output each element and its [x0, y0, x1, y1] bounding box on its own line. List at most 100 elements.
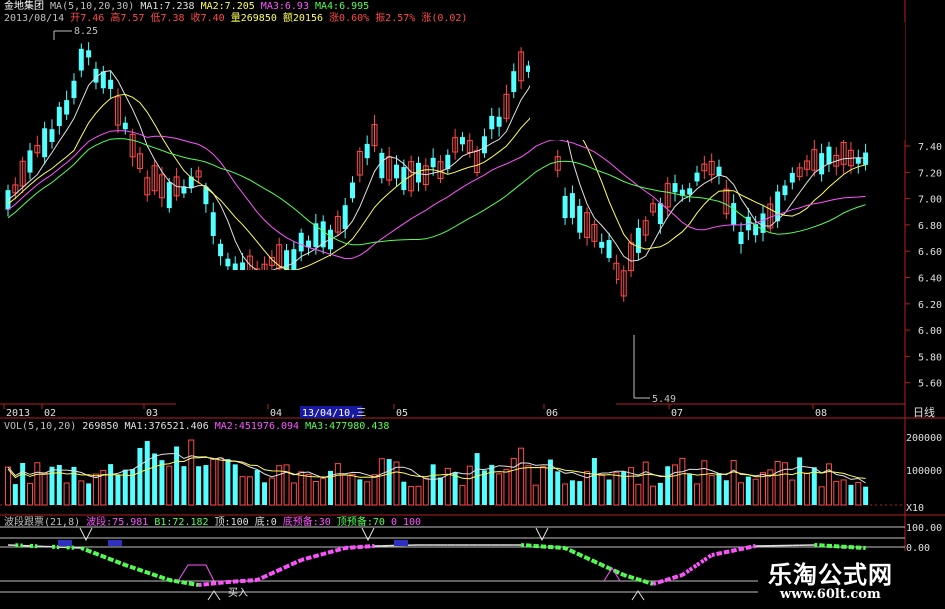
candle-body[interactable] [819, 153, 825, 175]
candle-body[interactable] [635, 227, 641, 253]
volume-bar[interactable] [71, 466, 77, 505]
candle-body[interactable] [166, 182, 172, 209]
volume-bar[interactable] [203, 465, 209, 505]
candle-body[interactable] [56, 106, 62, 127]
volume-bar[interactable] [701, 460, 708, 506]
candle-body[interactable] [298, 232, 304, 252]
candle-body[interactable] [364, 143, 370, 159]
candle-body[interactable] [562, 195, 568, 219]
candle-body[interactable] [687, 188, 693, 195]
candle-body[interactable] [430, 157, 436, 168]
volume-bar[interactable] [555, 471, 561, 505]
volume-bar[interactable] [510, 457, 517, 506]
volume-bar[interactable] [408, 486, 415, 506]
volume-bar[interactable] [56, 465, 62, 505]
indicator-panel[interactable] [7, 527, 866, 601]
volume-bar[interactable] [254, 469, 260, 505]
candle-body[interactable] [459, 137, 465, 145]
volume-bar[interactable] [797, 457, 803, 505]
volume-bar[interactable] [694, 483, 701, 506]
volume-bar[interactable] [562, 483, 569, 506]
volume-bar[interactable] [181, 466, 187, 505]
volume-bar[interactable] [848, 484, 854, 505]
volume-bar[interactable] [532, 484, 539, 506]
candle-body[interactable] [789, 172, 795, 183]
candle-body[interactable] [672, 183, 678, 193]
volume-bar[interactable] [672, 464, 679, 506]
candle-body[interactable] [342, 205, 348, 229]
candle-body[interactable] [86, 50, 92, 58]
volume-bar[interactable] [78, 480, 85, 506]
candle-body[interactable] [577, 205, 583, 233]
volume-bar[interactable] [152, 453, 158, 505]
volume-bar[interactable] [437, 477, 443, 505]
volume-bar[interactable] [86, 483, 92, 505]
volume-bar[interactable] [466, 465, 473, 506]
volume-bar[interactable] [496, 473, 503, 506]
volume-bar[interactable] [334, 463, 341, 506]
volume-bar[interactable] [525, 465, 532, 506]
candle-body[interactable] [401, 167, 407, 191]
volume-bar[interactable] [63, 482, 70, 506]
candle-body[interactable] [694, 172, 700, 182]
candle-body[interactable] [225, 258, 231, 267]
volume-bar[interactable] [268, 477, 275, 506]
volume-bar[interactable] [262, 482, 268, 505]
volume-bar[interactable] [855, 481, 862, 506]
volume-bar[interactable] [115, 474, 121, 505]
candle-body[interactable] [379, 152, 385, 179]
volume-bar[interactable] [5, 466, 11, 506]
volume-bar[interactable] [217, 457, 224, 506]
volume-bar[interactable] [210, 458, 217, 506]
volume-bar[interactable] [320, 477, 327, 506]
candle-body[interactable] [855, 157, 861, 164]
candle-body[interactable] [350, 182, 356, 199]
candle-body[interactable] [738, 231, 744, 244]
volume-bar[interactable] [723, 480, 729, 505]
candle-body[interactable] [731, 203, 737, 226]
volume-bar[interactable] [606, 479, 612, 505]
volume-bar[interactable] [312, 481, 319, 506]
volume-bar[interactable] [687, 474, 693, 505]
candle-body[interactable] [5, 190, 11, 210]
candle-body[interactable] [599, 241, 605, 248]
candle-body[interactable] [100, 71, 106, 89]
volume-bar[interactable] [232, 464, 238, 505]
volume-bar[interactable] [635, 483, 642, 506]
volume-bar[interactable] [298, 471, 305, 506]
candle-body[interactable] [657, 203, 663, 225]
volume-bar[interactable] [12, 484, 18, 505]
volume-bar[interactable] [225, 459, 231, 505]
volume-bar[interactable] [540, 466, 547, 506]
volume-bar[interactable] [818, 486, 825, 506]
candle-body[interactable] [775, 191, 781, 222]
volume-bar[interactable] [371, 474, 378, 506]
volume-bar[interactable] [577, 481, 583, 505]
volume-bar[interactable] [774, 460, 781, 506]
volume-bar[interactable] [357, 479, 363, 505]
volume-bar[interactable] [569, 480, 575, 505]
volume-bar[interactable] [20, 463, 26, 505]
stock-chart-canvas[interactable]: 8.25 5.49 7.40 7.20 7.00 6.80 6.60 6.40 6.20 6.… [0, 0, 945, 609]
candle-body[interactable] [210, 212, 216, 236]
volume-bar[interactable] [166, 465, 173, 506]
volume-bar[interactable] [745, 476, 751, 505]
candle-body[interactable] [122, 122, 128, 130]
volume-bar[interactable] [679, 457, 686, 506]
candle-body[interactable] [863, 152, 869, 165]
volume-bar[interactable] [108, 464, 114, 505]
volume-bar[interactable] [613, 472, 620, 506]
candle-body[interactable] [64, 100, 70, 115]
volume-bar[interactable] [518, 447, 525, 506]
candle-body[interactable] [782, 185, 788, 196]
volume-bar[interactable] [422, 477, 429, 506]
volume-bar[interactable] [642, 461, 649, 506]
candle-body[interactable] [27, 150, 33, 173]
volume-bar[interactable] [283, 464, 290, 506]
volume-bar[interactable] [144, 441, 150, 505]
candle-body[interactable] [291, 249, 297, 271]
volume-bar[interactable] [26, 482, 33, 506]
volume-bar[interactable] [657, 482, 663, 505]
volume-bar[interactable] [811, 467, 817, 505]
volume-bar[interactable] [730, 460, 737, 506]
